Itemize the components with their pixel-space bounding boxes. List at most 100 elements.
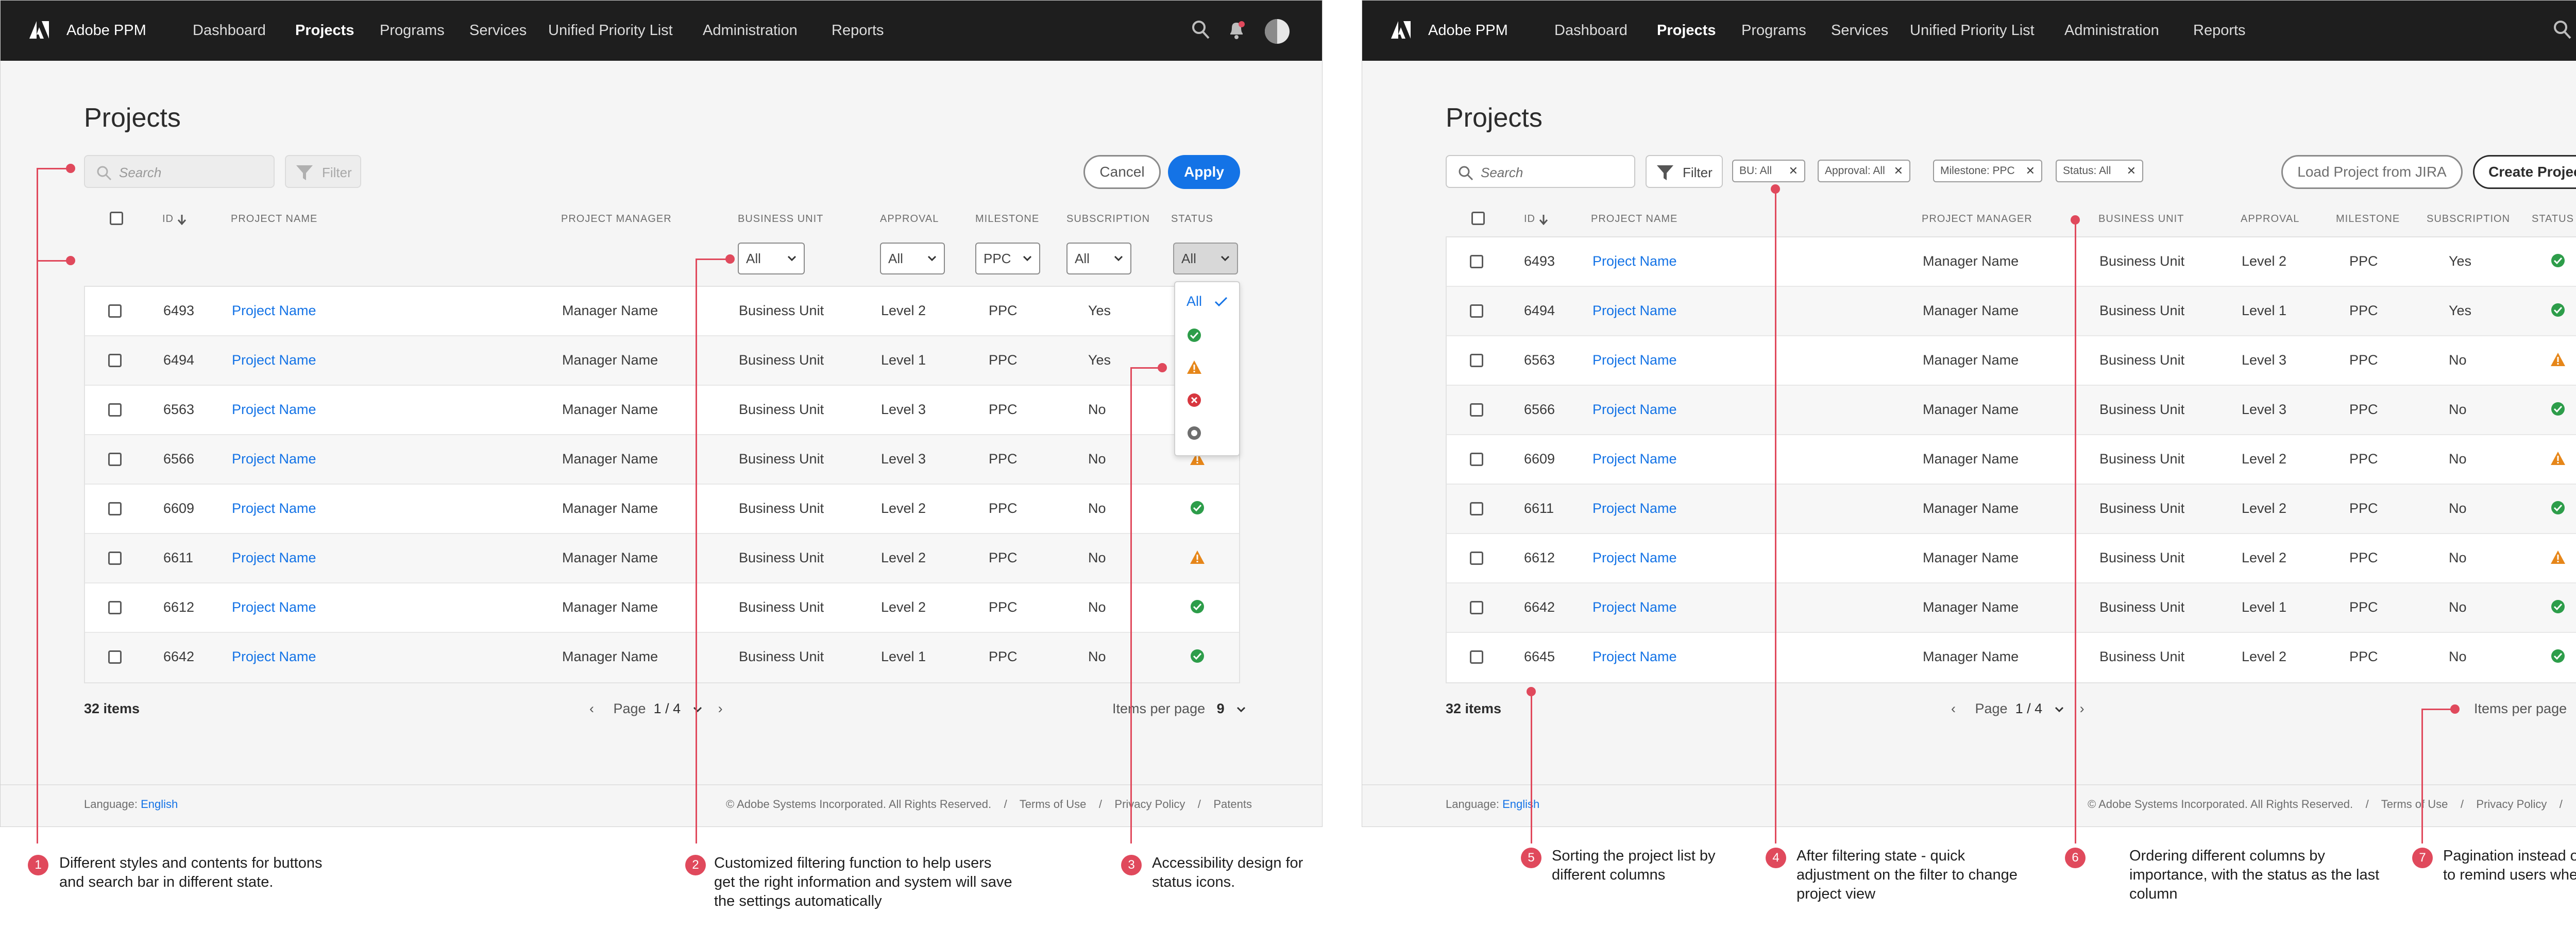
- prev-page-icon[interactable]: ‹: [589, 701, 594, 716]
- privacy-policy-link[interactable]: Privacy Policy: [2476, 798, 2547, 811]
- remove-chip-icon[interactable]: ✕: [2127, 161, 2136, 181]
- project-name-link[interactable]: Project Name: [1592, 550, 1677, 566]
- table-row[interactable]: 6493 Project Name Manager Name Business …: [85, 287, 1239, 336]
- row-checkbox[interactable]: [1470, 552, 1483, 565]
- search-input[interactable]: Search: [1446, 155, 1635, 188]
- row-checkbox[interactable]: [1470, 403, 1483, 417]
- row-checkbox[interactable]: [1470, 601, 1483, 614]
- project-name-link[interactable]: Project Name: [232, 402, 316, 418]
- filter-chip-milestone[interactable]: Milestone: PPC ✕: [1933, 160, 2042, 182]
- table-row[interactable]: 6609 Project Name Manager Name Business …: [85, 485, 1239, 534]
- row-checkbox[interactable]: [108, 354, 122, 367]
- table-row[interactable]: 6611 Project Name Manager Name Business …: [85, 534, 1239, 583]
- row-checkbox[interactable]: [108, 601, 122, 614]
- subscription-filter-select[interactable]: All: [1066, 243, 1131, 274]
- status-filter-select[interactable]: All: [1173, 243, 1238, 274]
- adobe-logo-icon[interactable]: [29, 21, 49, 39]
- column-header-approval[interactable]: APPROVAL: [880, 213, 939, 225]
- milestone-filter-select[interactable]: PPC: [975, 243, 1040, 274]
- column-header-milestone[interactable]: MILESTONE: [2336, 213, 2400, 225]
- notification-bell-icon[interactable]: [1228, 20, 1245, 40]
- table-row[interactable]: 6563 Project Name Manager Name Business …: [85, 386, 1239, 435]
- table-row[interactable]: 6609 Project Name Manager Name Business …: [1447, 435, 2576, 485]
- select-all-checkbox[interactable]: [110, 212, 123, 225]
- items-per-page-value[interactable]: 9: [1217, 701, 1225, 716]
- nav-projects[interactable]: Projects: [1657, 22, 1716, 39]
- business-unit-filter-select[interactable]: All: [738, 243, 805, 274]
- filter-chip-status[interactable]: Status: All ✕: [2056, 160, 2143, 182]
- load-project-from-jira-button[interactable]: Load Project from JIRA: [2281, 155, 2463, 189]
- project-name-link[interactable]: Project Name: [1592, 649, 1677, 665]
- row-checkbox[interactable]: [1470, 304, 1483, 318]
- create-project-button[interactable]: Create Project: [2473, 155, 2576, 189]
- nav-projects[interactable]: Projects: [295, 22, 354, 39]
- table-row[interactable]: 6494 Project Name Manager Name Business …: [85, 336, 1239, 386]
- project-name-link[interactable]: Project Name: [1592, 451, 1677, 467]
- terms-of-use-link[interactable]: Terms of Use: [1020, 798, 1087, 811]
- project-name-link[interactable]: Project Name: [1592, 501, 1677, 516]
- patents-link[interactable]: Patents: [1213, 798, 1252, 811]
- search-icon[interactable]: [1192, 20, 1210, 40]
- nav-unified-priority-list[interactable]: Unified Priority List: [548, 22, 673, 39]
- filter-chip-bu[interactable]: BU: All ✕: [1732, 160, 1805, 182]
- next-page-icon[interactable]: ›: [718, 701, 723, 716]
- apply-button[interactable]: Apply: [1168, 155, 1240, 189]
- project-name-link[interactable]: Project Name: [232, 550, 316, 566]
- approval-filter-select[interactable]: All: [880, 243, 945, 274]
- row-checkbox[interactable]: [108, 453, 122, 466]
- nav-administration[interactable]: Administration: [2064, 22, 2159, 39]
- nav-services[interactable]: Services: [1831, 22, 1888, 39]
- column-header-project-name[interactable]: PROJECT NAME: [231, 213, 317, 225]
- prev-page-icon[interactable]: ‹: [1951, 701, 1956, 716]
- nav-administration[interactable]: Administration: [703, 22, 798, 39]
- column-header-milestone[interactable]: MILESTONE: [975, 213, 1039, 225]
- remove-chip-icon[interactable]: ✕: [1789, 161, 1798, 181]
- column-header-project-manager[interactable]: PROJECT MANAGER: [1922, 213, 2032, 225]
- user-avatar-icon[interactable]: [1264, 18, 1291, 45]
- project-name-link[interactable]: Project Name: [232, 599, 316, 615]
- nav-services[interactable]: Services: [469, 22, 527, 39]
- nav-reports[interactable]: Reports: [2193, 22, 2246, 39]
- project-name-link[interactable]: Project Name: [1592, 303, 1677, 319]
- nav-dashboard[interactable]: Dashboard: [1554, 22, 1628, 39]
- row-checkbox[interactable]: [108, 403, 122, 417]
- cancel-button[interactable]: Cancel: [1083, 155, 1161, 189]
- row-checkbox[interactable]: [1470, 354, 1483, 367]
- status-option-error-icon[interactable]: [1187, 392, 1202, 408]
- row-checkbox[interactable]: [1470, 650, 1483, 664]
- table-row[interactable]: 6642 Project Name Manager Name Business …: [85, 633, 1239, 682]
- project-name-link[interactable]: Project Name: [232, 303, 316, 319]
- column-header-status[interactable]: STATUS: [1171, 213, 1213, 225]
- table-row[interactable]: 6645 Project Name Manager Name Business …: [1447, 633, 2576, 682]
- terms-of-use-link[interactable]: Terms of Use: [2381, 798, 2448, 811]
- column-header-subscription[interactable]: SUBSCRIPTION: [1066, 213, 1150, 225]
- row-checkbox[interactable]: [1470, 502, 1483, 515]
- status-option-success-icon[interactable]: [1187, 328, 1202, 343]
- row-checkbox[interactable]: [1470, 255, 1483, 268]
- chevron-down-icon[interactable]: [2054, 706, 2064, 713]
- column-header-id[interactable]: ID: [162, 213, 187, 225]
- table-row[interactable]: 6566 Project Name Manager Name Business …: [85, 435, 1239, 485]
- table-row[interactable]: 6566 Project Name Manager Name Business …: [1447, 386, 2576, 435]
- project-name-link[interactable]: Project Name: [1592, 253, 1677, 269]
- table-row[interactable]: 6493 Project Name Manager Name Business …: [1447, 237, 2576, 287]
- status-option-all[interactable]: All: [1187, 294, 1202, 309]
- filter-button[interactable]: Filter: [1646, 155, 1723, 188]
- privacy-policy-link[interactable]: Privacy Policy: [1114, 798, 1185, 811]
- column-header-status[interactable]: STATUS: [2532, 213, 2574, 225]
- table-row[interactable]: 6563 Project Name Manager Name Business …: [1447, 336, 2576, 386]
- project-name-link[interactable]: Project Name: [232, 451, 316, 467]
- remove-chip-icon[interactable]: ✕: [2026, 161, 2035, 181]
- status-option-warning-icon[interactable]: [1187, 359, 1202, 375]
- adobe-logo-icon[interactable]: [1391, 21, 1411, 39]
- project-name-link[interactable]: Project Name: [232, 501, 316, 516]
- chevron-down-icon[interactable]: [692, 706, 703, 713]
- search-icon[interactable]: [2553, 20, 2572, 40]
- column-header-id[interactable]: ID: [1524, 213, 1548, 225]
- column-header-business-unit[interactable]: BUSINESS UNIT: [738, 213, 823, 225]
- project-name-link[interactable]: Project Name: [1592, 402, 1677, 418]
- column-header-business-unit[interactable]: BUSINESS UNIT: [2098, 213, 2184, 225]
- project-name-link[interactable]: Project Name: [232, 352, 316, 368]
- chevron-down-icon[interactable]: [1236, 706, 1246, 713]
- next-page-icon[interactable]: ›: [2080, 701, 2084, 716]
